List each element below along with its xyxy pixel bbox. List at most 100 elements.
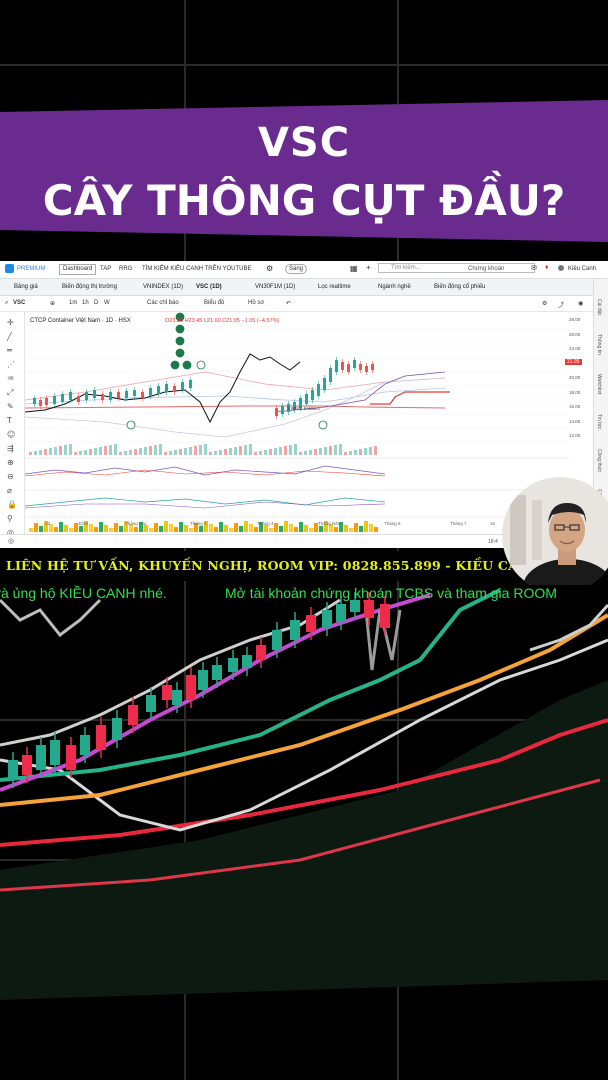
- indicators-button[interactable]: Các chỉ báo: [147, 300, 179, 306]
- nav-tap[interactable]: TAP: [100, 266, 111, 272]
- app-logo-text: PREMIUM: [17, 266, 46, 272]
- drawing-tool-icon[interactable]: ✛: [7, 318, 14, 327]
- panel-tab-watchlist[interactable]: Watchlist: [596, 374, 602, 394]
- chart-type-button[interactable]: Biểu đồ: [204, 300, 224, 306]
- signal-marker: [196, 360, 206, 370]
- panel-tab-settings[interactable]: Cài đặt: [596, 299, 602, 315]
- zoomed-candle: [172, 690, 182, 705]
- user-name[interactable]: Kiều Canh: [568, 266, 596, 272]
- zoomed-candle: [322, 610, 332, 628]
- zoomed-candle: [50, 740, 60, 765]
- undo-icon[interactable]: ↶: [286, 300, 291, 307]
- grid-icon[interactable]: ▦: [350, 264, 358, 273]
- drawing-tool-icon[interactable]: ⊖: [7, 472, 14, 481]
- chart-candle: [109, 392, 112, 400]
- ohlc-readout: O23.20 H23.45 L21.60 C21.95 −1.05 (−4.57…: [165, 318, 280, 324]
- tab-nganh-nghe[interactable]: Ngành nghề: [378, 284, 411, 290]
- symbol-search-icon[interactable]: ⌕: [5, 300, 8, 307]
- ma-line-magenta: [0, 593, 431, 792]
- tab-vn30f1m[interactable]: VN30F1M (1D): [255, 284, 295, 290]
- ticker-text-1: và ủng hộ KIỀU CANH nhé.: [0, 585, 167, 601]
- chart-candle: [141, 392, 144, 398]
- zoomed-candle: [80, 735, 90, 755]
- drawing-tools: ✛ ╱ ═ ⋰ ♒ ⤢ ✎ T ☺ ⇶ ⊕ ⊖ ⌀ 🔒 ⚲ ◎: [0, 312, 25, 542]
- timeframe-1m[interactable]: 1m: [69, 300, 77, 306]
- add-compare-icon[interactable]: ⊕: [50, 300, 55, 307]
- timeframe-w[interactable]: W: [104, 300, 110, 306]
- eye-icon[interactable]: ◎: [8, 537, 14, 545]
- zoomed-candle: [272, 630, 282, 650]
- chart-candle: [329, 368, 332, 382]
- market-select[interactable]: Chứng khoán: [468, 266, 504, 272]
- signal-marker: [318, 420, 328, 430]
- panel-tab-info[interactable]: Thông tin: [596, 334, 602, 355]
- chart-candle: [275, 408, 278, 416]
- drawing-tool-icon[interactable]: ⤢: [7, 388, 13, 398]
- chart-toolbar: ⌕ VSC ⊕ 1m 1h D W Các chỉ báo Biểu đồ Hồ…: [0, 296, 608, 312]
- app-topbar: PREMIUM Dashboard TAP RRG TÌM KIẾM KIỀU …: [0, 261, 608, 279]
- timeframe-d[interactable]: D: [94, 300, 98, 306]
- drawing-tool-icon[interactable]: 🔒: [7, 500, 17, 509]
- drawing-tool-icon[interactable]: ✎: [7, 402, 14, 411]
- chart-candle: [33, 398, 36, 404]
- timeframe-1h[interactable]: 1h: [82, 300, 89, 306]
- panel-tab-formula[interactable]: Công thức: [596, 449, 602, 472]
- zoomed-candle: [162, 685, 172, 700]
- contact-text: LIÊN HỆ TƯ VẤN, KHUYẾN NGHỊ, ROOM VIP: 0…: [6, 558, 542, 573]
- zoomed-candle: [242, 655, 252, 668]
- drawing-tool-icon[interactable]: ⇶: [7, 444, 14, 453]
- avatar[interactable]: [558, 265, 564, 271]
- nav-youtube-search[interactable]: TÌM KIẾM KIỀU CANH TRÊN YOUTUBE: [142, 266, 251, 272]
- symbol-input[interactable]: VSC: [13, 300, 25, 306]
- drawing-tool-icon[interactable]: ⚲: [7, 514, 13, 523]
- search-input[interactable]: Tìm kiếm...: [378, 263, 535, 273]
- time-axis-label: Tháng 6: [384, 521, 401, 526]
- zoomed-candle: [96, 725, 106, 750]
- drawing-tool-icon[interactable]: ⊕: [7, 458, 14, 467]
- tab-bien-dong-co-phieu[interactable]: Biến động cổ phiếu: [434, 284, 485, 290]
- bell-icon[interactable]: ♦: [545, 264, 549, 271]
- gear-icon[interactable]: ⚙: [266, 264, 273, 273]
- tab-bang-gia[interactable]: Bảng giá: [14, 284, 38, 290]
- drawing-tool-icon[interactable]: ═: [7, 346, 12, 355]
- share-icon[interactable]: ⤴: [558, 300, 564, 309]
- drawing-tool-icon[interactable]: ╱: [7, 332, 12, 341]
- nav-dashboard[interactable]: Dashboard: [59, 264, 97, 275]
- chart-plot: 3 White Soldiers: [25, 312, 570, 532]
- price-axis-label: 28.00: [569, 317, 581, 322]
- drawing-tool-icon[interactable]: ☺: [7, 430, 15, 439]
- tab-vnindex[interactable]: VNINDEX (1D): [143, 284, 183, 290]
- chart-candle: [125, 391, 128, 398]
- chart-title: CTCP Container Việt Nam · 1D · HSX: [30, 318, 131, 324]
- chart-candle: [69, 392, 72, 400]
- title-line-1: VSC: [257, 120, 351, 166]
- tab-bien-dong-thi-truong[interactable]: Biến động thị trường: [62, 284, 117, 290]
- tab-vsc[interactable]: VSC (1D): [196, 284, 222, 290]
- chart-candle: [117, 392, 120, 398]
- notification-icon[interactable]: ✉: [531, 264, 537, 272]
- app-logo[interactable]: [5, 264, 14, 273]
- nav-rrg[interactable]: RRG: [119, 266, 132, 272]
- chart-candle: [157, 386, 160, 394]
- drawing-tool-icon[interactable]: ⋰: [7, 360, 15, 369]
- profile-button[interactable]: Hồ sơ: [248, 300, 264, 306]
- chart-candle: [323, 378, 326, 390]
- settings-icon[interactable]: ⚙: [542, 300, 547, 307]
- tab-loc-realtime[interactable]: Lọc realtime: [318, 284, 351, 290]
- chart-candle: [317, 384, 320, 396]
- chart-candle: [61, 394, 64, 402]
- zoomed-candle: [22, 755, 32, 775]
- chart-candle: [93, 390, 96, 398]
- zoomed-candle: [256, 645, 266, 660]
- zoomed-candle: [228, 658, 238, 672]
- time-axis-label: Tháng 4: [257, 521, 274, 526]
- time-axis-label: 16: [490, 521, 496, 526]
- camera-icon[interactable]: ◉: [578, 300, 583, 307]
- add-icon[interactable]: +: [366, 263, 371, 272]
- time-axis-label: Tháng 7: [450, 521, 467, 526]
- theme-toggle[interactable]: Sáng: [285, 264, 308, 274]
- drawing-tool-icon[interactable]: ⌀: [7, 486, 12, 495]
- drawing-tool-icon[interactable]: T: [7, 416, 12, 425]
- panel-tab-news[interactable]: Tin tức: [596, 414, 602, 429]
- drawing-tool-icon[interactable]: ♒: [7, 374, 14, 383]
